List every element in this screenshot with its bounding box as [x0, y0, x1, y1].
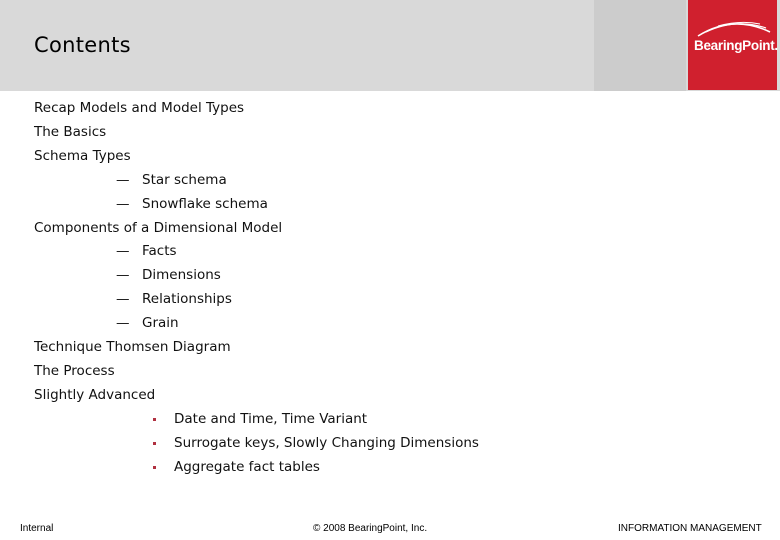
- dash-marker-icon: —: [116, 243, 130, 260]
- dash-marker-icon: —: [116, 267, 130, 284]
- toc-item: Recap Models and Model Types: [34, 100, 245, 116]
- bearingpoint-logo: BearingPoint.: [688, 0, 778, 90]
- toc-item: Components of a Dimensional Model: [34, 219, 283, 236]
- square-bullet-icon: [153, 417, 156, 421]
- toc-item-text: Dimensions: [142, 267, 221, 284]
- square-bullet-icon: [153, 441, 156, 445]
- footer-copyright: © 2008 BearingPoint, Inc.: [313, 523, 428, 534]
- toc-item-text: Star schema: [142, 171, 227, 188]
- page-title: Contents: [34, 33, 131, 57]
- dash-marker-icon: —: [116, 195, 130, 212]
- toc-item: Technique Thomsen Diagram: [34, 339, 231, 355]
- logo-text: BearingPoint.: [694, 38, 778, 53]
- square-bullet-icon: [153, 465, 156, 469]
- toc-item-text: Snowflake schema: [142, 195, 268, 212]
- dash-marker-icon: —: [116, 315, 130, 332]
- toc-item-text: Facts: [142, 243, 177, 260]
- dash-marker-icon: —: [116, 171, 130, 188]
- toc-item: The Process: [34, 362, 115, 379]
- toc-item: The Basics: [34, 123, 107, 140]
- footer-classification: Internal: [20, 523, 54, 534]
- footer-department: INFORMATION MANAGEMENT: [618, 523, 762, 534]
- dash-marker-icon: —: [116, 291, 130, 308]
- toc-item-text: Aggregate fact tables: [174, 458, 320, 475]
- toc-item: Schema Types: [34, 147, 131, 164]
- toc-item-text: Date and Time, Time Variant: [174, 410, 368, 427]
- toc-item: Slightly Advanced: [34, 386, 156, 403]
- toc-item-text: Relationships: [142, 291, 232, 308]
- toc-item-text: Grain: [142, 315, 179, 332]
- header-gray-block: [594, 0, 686, 91]
- toc-item-text: Surrogate keys, Slowly Changing Dimensio…: [174, 434, 479, 451]
